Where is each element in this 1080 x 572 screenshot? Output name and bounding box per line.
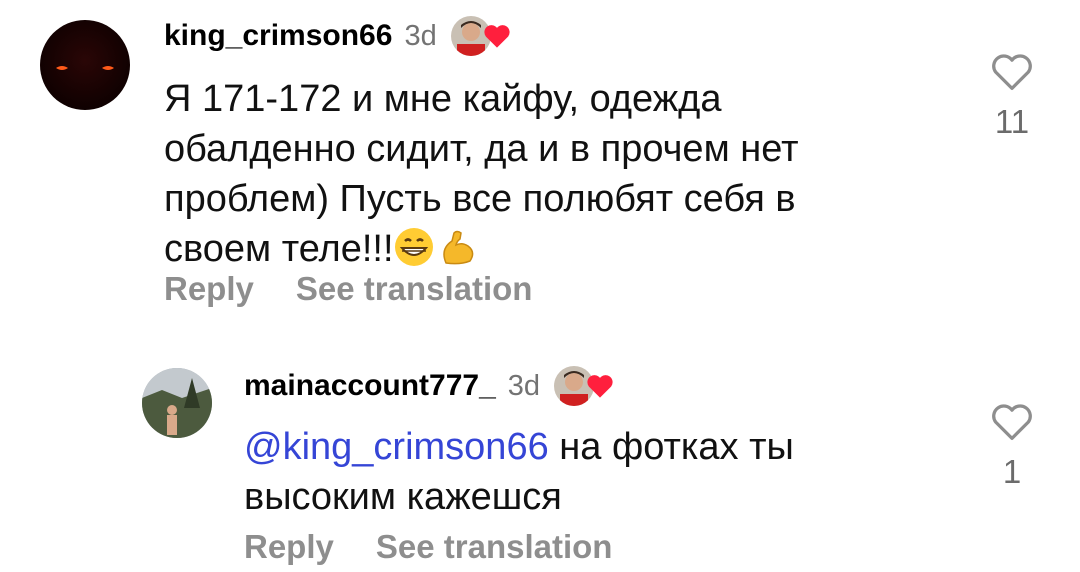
reply-button[interactable]: Reply (244, 528, 334, 566)
comment-text: @king_crimson66 на фотках ты высоким каж… (244, 422, 984, 522)
comment-text: Я 171-172 и мне кайфу, одежда обалденно … (164, 74, 904, 280)
username[interactable]: king_crimson66 (164, 19, 392, 53)
mention-link[interactable]: @king_crimson66 (244, 426, 549, 468)
avatar[interactable] (142, 368, 212, 438)
like-count: 11 (994, 103, 1030, 140)
creator-liked-badge (552, 364, 618, 408)
username[interactable]: mainaccount777_ (244, 369, 496, 403)
avatar[interactable] (40, 20, 130, 110)
creator-liked-badge (448, 14, 515, 58)
timestamp: 3d (404, 19, 437, 52)
comment-text-line: обалденно сидит, да и в прочем нет (164, 128, 799, 170)
comment-text-line: Я 171-172 и мне кайфу, одежда (164, 78, 722, 120)
comment-text-line: проблем) Пусть все полюбят себя в (164, 178, 796, 220)
timestamp: 3d (507, 369, 541, 402)
heart-icon (483, 23, 511, 54)
like-heart-icon[interactable] (982, 402, 1042, 447)
comment-text-line: высоким кажешся (244, 476, 562, 518)
comment-text-line: своем теле!!! (164, 228, 394, 270)
heart-icon (586, 373, 614, 404)
comment-text-line: на фотках ты (548, 426, 794, 468)
reply-button[interactable]: Reply (164, 270, 254, 308)
see-translation-button[interactable]: See translation (296, 270, 533, 308)
like-count: 1 (1002, 453, 1022, 490)
see-translation-button[interactable]: See translation (376, 528, 613, 566)
like-heart-icon[interactable] (982, 52, 1042, 97)
